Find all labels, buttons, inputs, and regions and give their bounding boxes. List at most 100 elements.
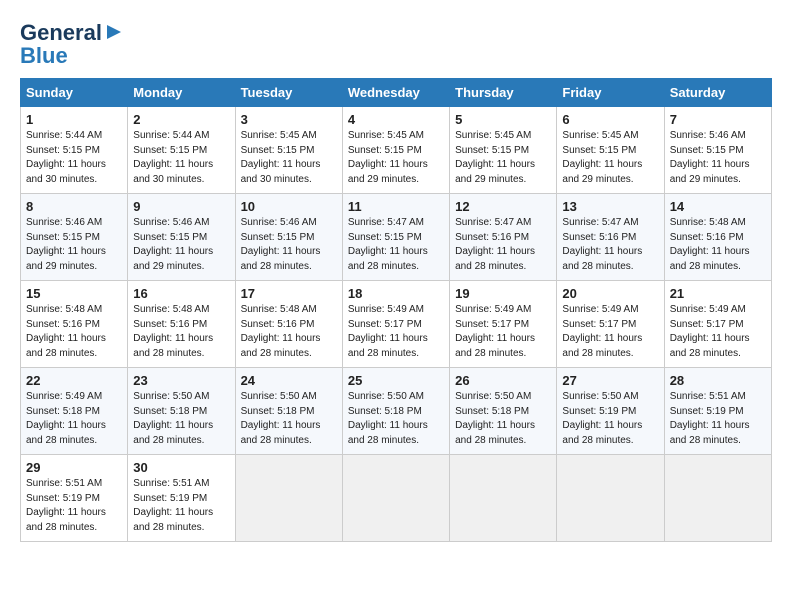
calendar-cell-5: 5 Sunrise: 5:45 AM Sunset: 5:15 PM Daylig… (450, 107, 557, 194)
day-number: 1 (26, 112, 122, 127)
day-number: 13 (562, 199, 658, 214)
day-number: 10 (241, 199, 337, 214)
calendar-cell-11: 11 Sunrise: 5:47 AM Sunset: 5:15 PM Dayli… (342, 194, 449, 281)
col-header-wednesday: Wednesday (342, 79, 449, 107)
day-info: Sunrise: 5:45 AM Sunset: 5:15 PM Dayligh… (562, 129, 658, 187)
day-info: Sunrise: 5:45 AM Sunset: 5:15 PM Dayligh… (455, 129, 551, 187)
day-number: 20 (562, 286, 658, 301)
day-info: Sunrise: 5:46 AM Sunset: 5:15 PM Dayligh… (26, 216, 122, 274)
calendar-cell-23: 23 Sunrise: 5:50 AM Sunset: 5:18 PM Dayli… (128, 368, 235, 455)
calendar-cell-22: 22Sunrise: 5:49 AM Sunset: 5:18 PM Dayli… (21, 368, 128, 455)
calendar-cell-19: 19Sunrise: 5:49 AM Sunset: 5:17 PM Dayli… (450, 281, 557, 368)
day-info: Sunrise: 5:48 AM Sunset: 5:16 PM Dayligh… (133, 303, 229, 361)
day-number: 11 (348, 199, 444, 214)
day-number: 28 (670, 373, 766, 388)
calendar-week-row: 1 Sunrise: 5:44 AM Sunset: 5:15 PM Daylig… (21, 107, 772, 194)
day-info: Sunrise: 5:50 AM Sunset: 5:19 PM Dayligh… (562, 390, 658, 448)
day-number: 27 (562, 373, 658, 388)
calendar-cell-9: 9 Sunrise: 5:46 AM Sunset: 5:15 PM Daylig… (128, 194, 235, 281)
day-number: 14 (670, 199, 766, 214)
day-number: 16 (133, 286, 229, 301)
calendar-cell-10: 10 Sunrise: 5:46 AM Sunset: 5:15 PM Dayli… (235, 194, 342, 281)
calendar-cell-3: 3 Sunrise: 5:45 AM Sunset: 5:15 PM Daylig… (235, 107, 342, 194)
day-number: 9 (133, 199, 229, 214)
calendar-cell-2: 2 Sunrise: 5:44 AM Sunset: 5:15 PM Daylig… (128, 107, 235, 194)
calendar-cell-21: 21Sunrise: 5:49 AM Sunset: 5:17 PM Dayli… (664, 281, 771, 368)
day-info: Sunrise: 5:47 AM Sunset: 5:15 PM Dayligh… (348, 216, 444, 274)
calendar-cell-4: 4 Sunrise: 5:45 AM Sunset: 5:15 PM Daylig… (342, 107, 449, 194)
day-info: Sunrise: 5:51 AM Sunset: 5:19 PM Dayligh… (133, 477, 229, 535)
calendar-cell-17: 17Sunrise: 5:48 AM Sunset: 5:16 PM Dayli… (235, 281, 342, 368)
col-header-monday: Monday (128, 79, 235, 107)
empty-cell (557, 455, 664, 542)
day-number: 6 (562, 112, 658, 127)
col-header-thursday: Thursday (450, 79, 557, 107)
calendar-header-row: SundayMondayTuesdayWednesdayThursdayFrid… (21, 79, 772, 107)
calendar-cell-1: 1 Sunrise: 5:44 AM Sunset: 5:15 PM Daylig… (21, 107, 128, 194)
day-info: Sunrise: 5:50 AM Sunset: 5:18 PM Dayligh… (455, 390, 551, 448)
day-info: Sunrise: 5:47 AM Sunset: 5:16 PM Dayligh… (562, 216, 658, 274)
day-number: 15 (26, 286, 122, 301)
calendar-cell-18: 18 Sunrise: 5:49 AM Sunset: 5:17 PM Dayli… (342, 281, 449, 368)
calendar-cell-13: 13 Sunrise: 5:47 AM Sunset: 5:16 PM Dayli… (557, 194, 664, 281)
calendar-cell-12: 12 Sunrise: 5:47 AM Sunset: 5:16 PM Dayli… (450, 194, 557, 281)
page-header: General Blue (20, 20, 772, 68)
day-info: Sunrise: 5:44 AM Sunset: 5:15 PM Dayligh… (26, 129, 122, 187)
calendar-cell-27: 27 Sunrise: 5:50 AM Sunset: 5:19 PM Dayli… (557, 368, 664, 455)
day-info: Sunrise: 5:46 AM Sunset: 5:15 PM Dayligh… (133, 216, 229, 274)
calendar-cell-29: 29 Sunrise: 5:51 AM Sunset: 5:19 PM Dayli… (21, 455, 128, 542)
day-info: Sunrise: 5:48 AM Sunset: 5:16 PM Dayligh… (241, 303, 337, 361)
calendar-cell-15: 15 Sunrise: 5:48 AM Sunset: 5:16 PM Dayli… (21, 281, 128, 368)
day-info: Sunrise: 5:46 AM Sunset: 5:15 PM Dayligh… (241, 216, 337, 274)
day-info: Sunrise: 5:49 AM Sunset: 5:17 PM Dayligh… (348, 303, 444, 361)
calendar-week-row: 29 Sunrise: 5:51 AM Sunset: 5:19 PM Dayli… (21, 455, 772, 542)
day-info: Sunrise: 5:47 AM Sunset: 5:16 PM Dayligh… (455, 216, 551, 274)
calendar-cell-7: 7 Sunrise: 5:46 AM Sunset: 5:15 PM Daylig… (664, 107, 771, 194)
day-info: Sunrise: 5:45 AM Sunset: 5:15 PM Dayligh… (241, 129, 337, 187)
logo-arrow-icon (105, 23, 123, 41)
day-number: 5 (455, 112, 551, 127)
day-number: 29 (26, 460, 122, 475)
day-info: Sunrise: 5:48 AM Sunset: 5:16 PM Dayligh… (26, 303, 122, 361)
calendar-week-row: 15 Sunrise: 5:48 AM Sunset: 5:16 PM Dayli… (21, 281, 772, 368)
calendar-cell-6: 6 Sunrise: 5:45 AM Sunset: 5:15 PM Daylig… (557, 107, 664, 194)
calendar-body: 1 Sunrise: 5:44 AM Sunset: 5:15 PM Daylig… (21, 107, 772, 542)
day-number: 12 (455, 199, 551, 214)
day-info: Sunrise: 5:48 AM Sunset: 5:16 PM Dayligh… (670, 216, 766, 274)
day-number: 3 (241, 112, 337, 127)
day-info: Sunrise: 5:45 AM Sunset: 5:15 PM Dayligh… (348, 129, 444, 187)
col-header-tuesday: Tuesday (235, 79, 342, 107)
calendar-cell-8: 8 Sunrise: 5:46 AM Sunset: 5:15 PM Daylig… (21, 194, 128, 281)
day-info: Sunrise: 5:46 AM Sunset: 5:15 PM Dayligh… (670, 129, 766, 187)
day-number: 4 (348, 112, 444, 127)
calendar-cell-14: 14 Sunrise: 5:48 AM Sunset: 5:16 PM Dayli… (664, 194, 771, 281)
col-header-saturday: Saturday (664, 79, 771, 107)
calendar-cell-25: 25Sunrise: 5:50 AM Sunset: 5:18 PM Dayli… (342, 368, 449, 455)
day-info: Sunrise: 5:49 AM Sunset: 5:17 PM Dayligh… (562, 303, 658, 361)
day-number: 19 (455, 286, 551, 301)
col-header-sunday: Sunday (21, 79, 128, 107)
empty-cell (664, 455, 771, 542)
day-info: Sunrise: 5:49 AM Sunset: 5:18 PM Dayligh… (26, 390, 122, 448)
day-number: 8 (26, 199, 122, 214)
day-info: Sunrise: 5:51 AM Sunset: 5:19 PM Dayligh… (670, 390, 766, 448)
day-number: 26 (455, 373, 551, 388)
day-info: Sunrise: 5:44 AM Sunset: 5:15 PM Dayligh… (133, 129, 229, 187)
day-number: 2 (133, 112, 229, 127)
day-number: 18 (348, 286, 444, 301)
calendar-week-row: 8 Sunrise: 5:46 AM Sunset: 5:15 PM Daylig… (21, 194, 772, 281)
day-info: Sunrise: 5:51 AM Sunset: 5:19 PM Dayligh… (26, 477, 122, 535)
calendar-cell-16: 16 Sunrise: 5:48 AM Sunset: 5:16 PM Dayli… (128, 281, 235, 368)
calendar-cell-28: 28 Sunrise: 5:51 AM Sunset: 5:19 PM Dayli… (664, 368, 771, 455)
calendar-cell-26: 26 Sunrise: 5:50 AM Sunset: 5:18 PM Dayli… (450, 368, 557, 455)
day-number: 25 (348, 373, 444, 388)
day-info: Sunrise: 5:49 AM Sunset: 5:17 PM Dayligh… (670, 303, 766, 361)
day-number: 23 (133, 373, 229, 388)
day-info: Sunrise: 5:50 AM Sunset: 5:18 PM Dayligh… (133, 390, 229, 448)
calendar-week-row: 22Sunrise: 5:49 AM Sunset: 5:18 PM Dayli… (21, 368, 772, 455)
calendar-table: SundayMondayTuesdayWednesdayThursdayFrid… (20, 78, 772, 542)
logo-text: General (20, 21, 102, 45)
calendar-cell-24: 24Sunrise: 5:50 AM Sunset: 5:18 PM Dayli… (235, 368, 342, 455)
day-number: 24 (241, 373, 337, 388)
day-number: 7 (670, 112, 766, 127)
